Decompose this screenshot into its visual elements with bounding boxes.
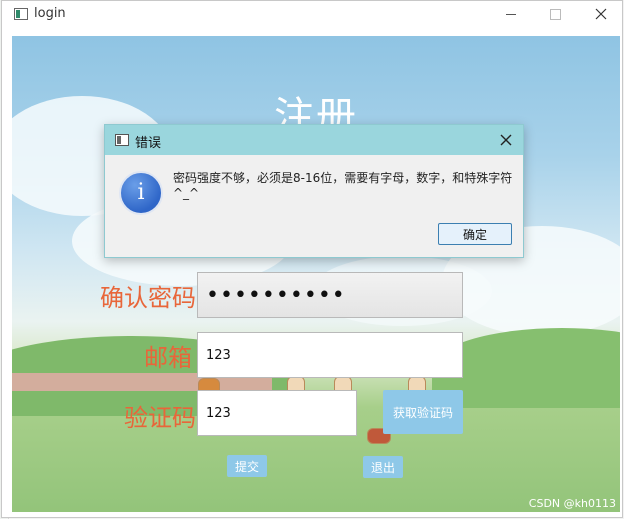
get-code-button[interactable]: 获取验证码 [383,390,463,434]
exit-button[interactable]: 退出 [363,456,403,478]
close-button[interactable] [578,1,624,29]
dialog-message: 密码强度不够，必须是8-16位，需要有字母，数字，和特殊字符^_^ [173,171,513,200]
email-label: 邮箱 [144,344,192,372]
window-titlebar: login [2,1,622,29]
submit-button[interactable]: 提交 [227,455,267,477]
watermark: CSDN @kh0113 [528,497,616,510]
dialog-app-icon [115,134,129,146]
dialog-close-button[interactable] [495,129,517,151]
background-scene: 注册 确认密码 •••••••••• 邮箱 123 验证码 123 获取验证码 … [12,36,620,512]
login-window: login 注册 确认密码 •••••••••• 邮箱 123 验证码 123 … [1,0,623,518]
dialog-titlebar: 错误 [105,125,523,155]
window-title: login [34,6,66,21]
close-icon [500,134,512,146]
confirm-password-label: 确认密码 [100,284,196,312]
code-label: 验证码 [124,404,196,432]
ok-button[interactable]: 确定 [438,223,512,245]
app-icon [14,8,28,20]
close-icon [595,8,607,20]
minimize-button[interactable] [488,1,534,29]
maximize-button[interactable] [532,1,578,29]
dialog-title: 错误 [135,136,162,151]
info-icon: i [119,171,163,215]
error-dialog: 错误 i 密码强度不够，必须是8-16位，需要有字母，数字，和特殊字符^_^ 确… [104,124,524,258]
confirm-password-input[interactable]: •••••••••• [197,272,463,318]
code-input[interactable]: 123 [197,390,357,436]
email-input[interactable]: 123 [197,332,463,378]
